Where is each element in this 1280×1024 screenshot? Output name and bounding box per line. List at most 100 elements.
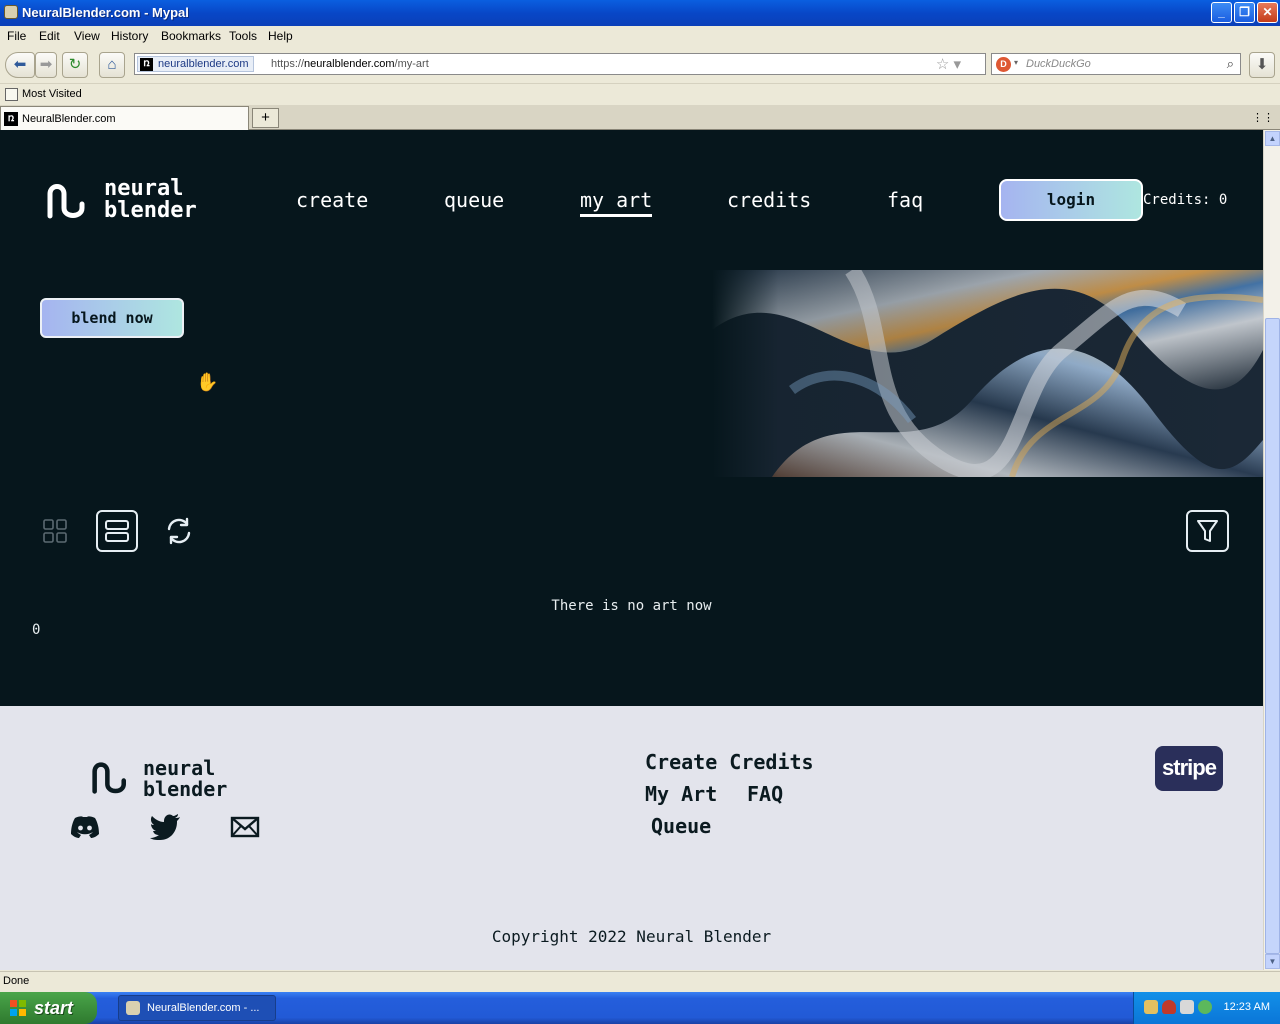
menu-file[interactable]: File — [7, 29, 26, 43]
navigation-toolbar: ⬅ ➡ ↻ ⌂ ռ neuralblender.com https://neur… — [0, 46, 1280, 84]
tab-list-icon[interactable]: ⋮⋮ — [1252, 111, 1274, 124]
tray-tools-icon[interactable] — [1180, 1000, 1194, 1014]
minimize-button[interactable]: _ — [1211, 2, 1232, 23]
credits-balance: Credits: 0 — [1143, 192, 1228, 208]
twitter-icon[interactable] — [150, 814, 182, 840]
tab-favicon-icon: ռ — [4, 112, 18, 126]
logo-text-line2: blender — [104, 198, 197, 223]
hero-image — [712, 270, 1263, 477]
footer-logo[interactable]: neural blender — [91, 756, 227, 800]
url-host: neuralblender.com — [304, 58, 395, 70]
bookmarks-toolbar: Most Visited — [0, 85, 1280, 105]
nav-my-art[interactable]: my art — [580, 188, 653, 217]
footer-logo-line2: blender — [143, 777, 228, 801]
menu-tools[interactable]: Tools — [229, 29, 257, 43]
menu-bookmarks[interactable]: Bookmarks — [161, 29, 221, 43]
tray-security-shield-icon[interactable] — [1162, 1000, 1176, 1014]
logo-text: neural blender — [104, 178, 197, 222]
tab-neuralblender[interactable]: ռ NeuralBlender.com — [0, 106, 249, 130]
start-button[interactable]: start — [0, 992, 97, 1024]
back-arrow-icon: ⬅ — [13, 56, 27, 73]
discord-icon[interactable] — [69, 814, 101, 840]
window-title: NeuralBlender.com - Mypal — [22, 5, 189, 20]
grid-view-icon[interactable] — [43, 519, 67, 543]
system-tray: 12:23 AM — [1133, 992, 1280, 1024]
site-footer: neural blender Create Credits My Art FAQ… — [0, 706, 1263, 970]
start-label: start — [34, 998, 74, 1018]
tray-update-icon[interactable] — [1198, 1000, 1212, 1014]
menu-bar: File Edit View History Bookmarks Tools H… — [0, 26, 1280, 46]
site-favicon-icon: ռ — [140, 58, 153, 71]
refresh-icon[interactable] — [164, 516, 194, 546]
downloads-button[interactable]: ⬇ — [1249, 52, 1275, 78]
status-bar: Done — [0, 971, 1280, 991]
footer-link-create-credits[interactable]: Create Credits — [645, 750, 814, 774]
new-tab-button[interactable]: + — [252, 108, 279, 128]
search-placeholder: DuckDuckGo — [1026, 58, 1091, 70]
footer-logo-line1: neural — [143, 756, 216, 780]
address-bar[interactable]: ռ neuralblender.com https://neuralblende… — [134, 53, 986, 75]
home-button[interactable]: ⌂ — [99, 52, 125, 78]
vertical-scrollbar[interactable]: ▲ ▼ — [1263, 130, 1280, 970]
mouse-cursor-icon: ✋ — [196, 372, 219, 392]
tray-network-icon[interactable] — [1144, 1000, 1158, 1014]
most-visited-bookmark[interactable]: Most Visited — [22, 88, 82, 100]
bookmark-star-icon[interactable]: ☆ ▾ — [936, 55, 961, 73]
status-text: Done — [3, 975, 30, 987]
reload-icon: ↻ — [68, 56, 82, 73]
empty-state-message: There is no art now — [551, 598, 712, 614]
taskbar-clock: 12:23 AM — [1223, 1001, 1270, 1013]
nav-create[interactable]: create — [296, 188, 368, 212]
taskbar-item-label: NeuralBlender.com - ... — [147, 1002, 260, 1014]
nav-queue[interactable]: queue — [444, 188, 504, 212]
stripe-badge[interactable]: stripe — [1155, 746, 1223, 791]
duckduckgo-icon[interactable]: D — [996, 57, 1011, 72]
download-arrow-icon: ⬇ — [1255, 56, 1269, 73]
url-text[interactable]: https://neuralblender.com/my-art — [271, 58, 429, 70]
search-bar[interactable]: D ▾ DuckDuckGo ⌕ — [991, 53, 1241, 75]
footer-link-queue[interactable]: Queue — [651, 814, 711, 838]
footer-link-faq[interactable]: FAQ — [747, 782, 783, 806]
footer-logo-icon — [92, 762, 126, 794]
list-view-icon — [105, 520, 129, 542]
window-titlebar: NeuralBlender.com - Mypal _ ❐ ✕ — [0, 0, 1280, 26]
filter-button[interactable] — [1186, 510, 1229, 552]
blend-now-button[interactable]: blend now — [40, 298, 184, 338]
list-view-button[interactable] — [96, 510, 138, 552]
search-icon[interactable]: ⌕ — [1227, 56, 1234, 72]
reload-button[interactable]: ↻ — [62, 52, 88, 78]
back-button[interactable]: ⬅ — [5, 52, 35, 78]
menu-view[interactable]: View — [74, 29, 100, 43]
url-prefix: https:// — [271, 58, 305, 70]
forward-button[interactable]: ➡ — [35, 52, 57, 78]
site-logo[interactable]: neural blender — [46, 178, 216, 224]
menu-edit[interactable]: Edit — [39, 29, 60, 43]
tab-bar: ռ NeuralBlender.com + ⋮⋮ — [0, 105, 1280, 130]
page-viewport: neural blender create queue my art credi… — [0, 130, 1263, 970]
neural-blender-logo-icon — [47, 184, 85, 219]
nav-faq[interactable]: faq — [887, 188, 923, 212]
menu-history[interactable]: History — [111, 29, 148, 43]
scrollbar-thumb[interactable] — [1265, 318, 1280, 954]
copyright-text: Copyright 2022 Neural Blender — [491, 927, 772, 946]
url-path: /my-art — [394, 58, 429, 70]
taskbar: start NeuralBlender.com - ... 12:23 AM — [0, 992, 1280, 1024]
login-button[interactable]: login — [999, 179, 1143, 221]
site-identity-button[interactable]: ռ neuralblender.com — [137, 56, 254, 72]
taskbar-item-browser[interactable]: NeuralBlender.com - ... — [118, 995, 276, 1021]
close-window-button[interactable]: ✕ — [1257, 2, 1278, 23]
footer-link-my-art[interactable]: My Art — [645, 782, 717, 806]
bookmark-folder-icon — [5, 88, 18, 101]
logo-text-line1: neural — [104, 176, 184, 201]
scroll-up-arrow-icon[interactable]: ▲ — [1265, 131, 1280, 146]
email-icon[interactable] — [229, 814, 261, 840]
browser-app-icon — [4, 5, 18, 19]
menu-help[interactable]: Help — [268, 29, 293, 43]
nav-credits[interactable]: credits — [727, 188, 811, 212]
restore-button[interactable]: ❐ — [1234, 2, 1255, 23]
search-engine-dropdown-icon[interactable]: ▾ — [1014, 58, 1018, 67]
scroll-down-arrow-icon[interactable]: ▼ — [1265, 954, 1280, 969]
art-count: 0 — [32, 622, 41, 638]
site-identity-label: neuralblender.com — [158, 58, 249, 70]
forward-arrow-icon: ➡ — [39, 56, 53, 73]
